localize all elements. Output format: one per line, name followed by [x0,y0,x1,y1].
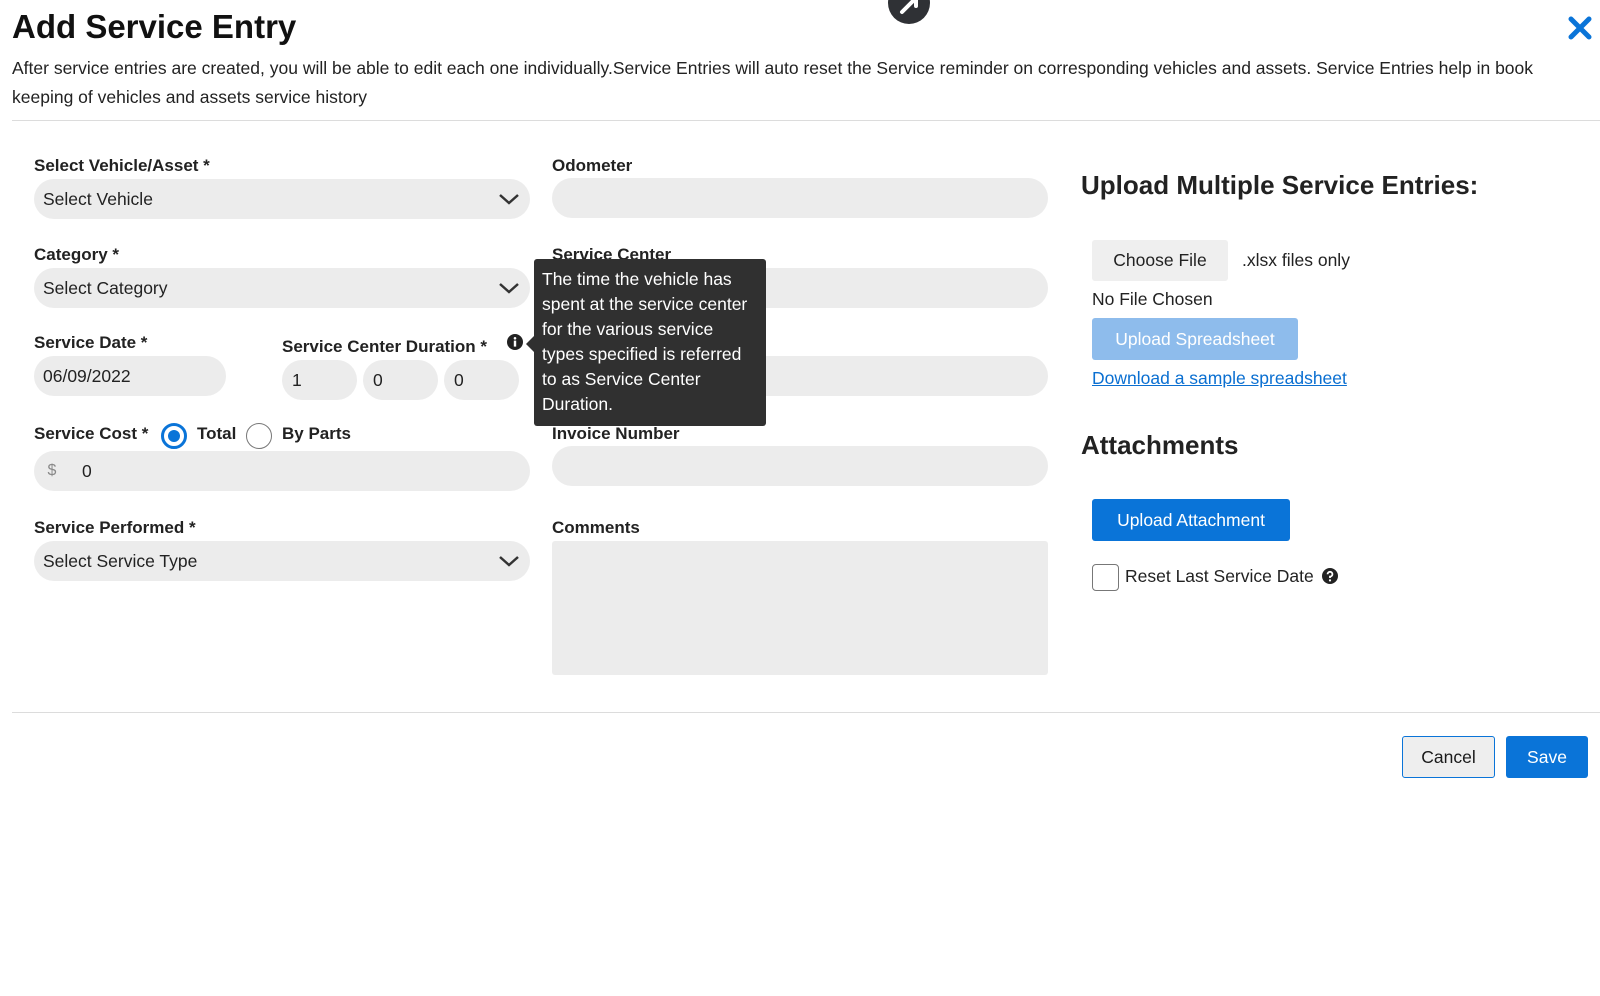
tooltip-arrow [526,336,534,352]
duration-hours-input[interactable]: 0 [363,360,438,400]
invoice-number-input[interactable] [552,446,1048,486]
choose-file-button[interactable]: Choose File [1092,240,1228,281]
invoice-number-label: Invoice Number [552,424,680,443]
comments-textarea[interactable] [552,541,1048,675]
navigation-badge [888,0,930,24]
radio-total[interactable] [161,423,187,449]
duration-days-value: 1 [292,369,302,390]
vehicle-select[interactable]: Select Vehicle [34,179,530,219]
duration-days-input[interactable]: 1 [282,360,357,400]
category-label: Category * [34,245,120,264]
footer-divider [12,712,1600,713]
comments-label: Comments [552,518,640,537]
odometer-input[interactable] [552,178,1048,218]
radio-by-parts-label: By Parts [282,424,351,443]
odometer-label: Odometer [552,156,633,175]
attachments-heading: Attachments [1081,430,1239,460]
chevron-down-icon [499,283,519,294]
close-icon[interactable] [1566,14,1594,42]
dialog-title: Add Service Entry [12,8,297,45]
service-cost-value: 0 [82,460,92,481]
duration-tooltip: The time the vehicle has spent at the se… [534,259,766,426]
service-performed-value: Select Service Type [43,550,198,571]
info-icon[interactable] [507,334,523,355]
duration-hours-value: 0 [373,369,383,390]
help-icon[interactable] [1322,568,1338,589]
upload-heading: Upload Multiple Service Entries: [1081,170,1479,200]
upload-spreadsheet-button[interactable]: Upload Spreadsheet [1092,318,1298,360]
radio-total-label: Total [197,424,237,443]
service-cost-input[interactable]: $ 0 [34,451,530,491]
category-select-value: Select Category [43,277,168,298]
category-select[interactable]: Select Category [34,268,530,308]
service-cost-label: Service Cost * [34,424,149,443]
cancel-button[interactable]: Cancel [1402,736,1495,778]
reset-checkbox[interactable] [1092,564,1119,591]
radio-by-parts[interactable] [246,423,272,449]
vehicle-label: Select Vehicle/Asset * [34,156,210,175]
arrow-icon [900,0,918,14]
download-sample-link[interactable]: Download a sample spreadsheet [1092,368,1347,389]
file-hint: .xlsx files only [1242,250,1350,270]
service-date-label: Service Date * [34,333,148,352]
duration-minutes-input[interactable]: 0 [444,360,519,400]
service-date-value: 06/09/2022 [43,365,131,386]
currency-prefix: $ [47,462,57,479]
vehicle-select-value: Select Vehicle [43,188,153,209]
save-button[interactable]: Save [1506,736,1588,778]
upload-attachment-button[interactable]: Upload Attachment [1092,499,1290,541]
header-divider [12,120,1600,121]
file-status: No File Chosen [1092,289,1213,309]
chevron-down-icon [499,194,519,205]
service-performed-select[interactable]: Select Service Type [34,541,530,581]
duration-minutes-value: 0 [454,369,464,390]
service-performed-label: Service Performed * [34,518,196,537]
reset-label: Reset Last Service Date [1125,566,1314,586]
service-date-input[interactable]: 06/09/2022 [34,356,226,396]
duration-label: Service Center Duration * [282,337,488,356]
chevron-down-icon [499,556,519,567]
dialog-description: After service entries are created, you w… [12,58,1534,107]
